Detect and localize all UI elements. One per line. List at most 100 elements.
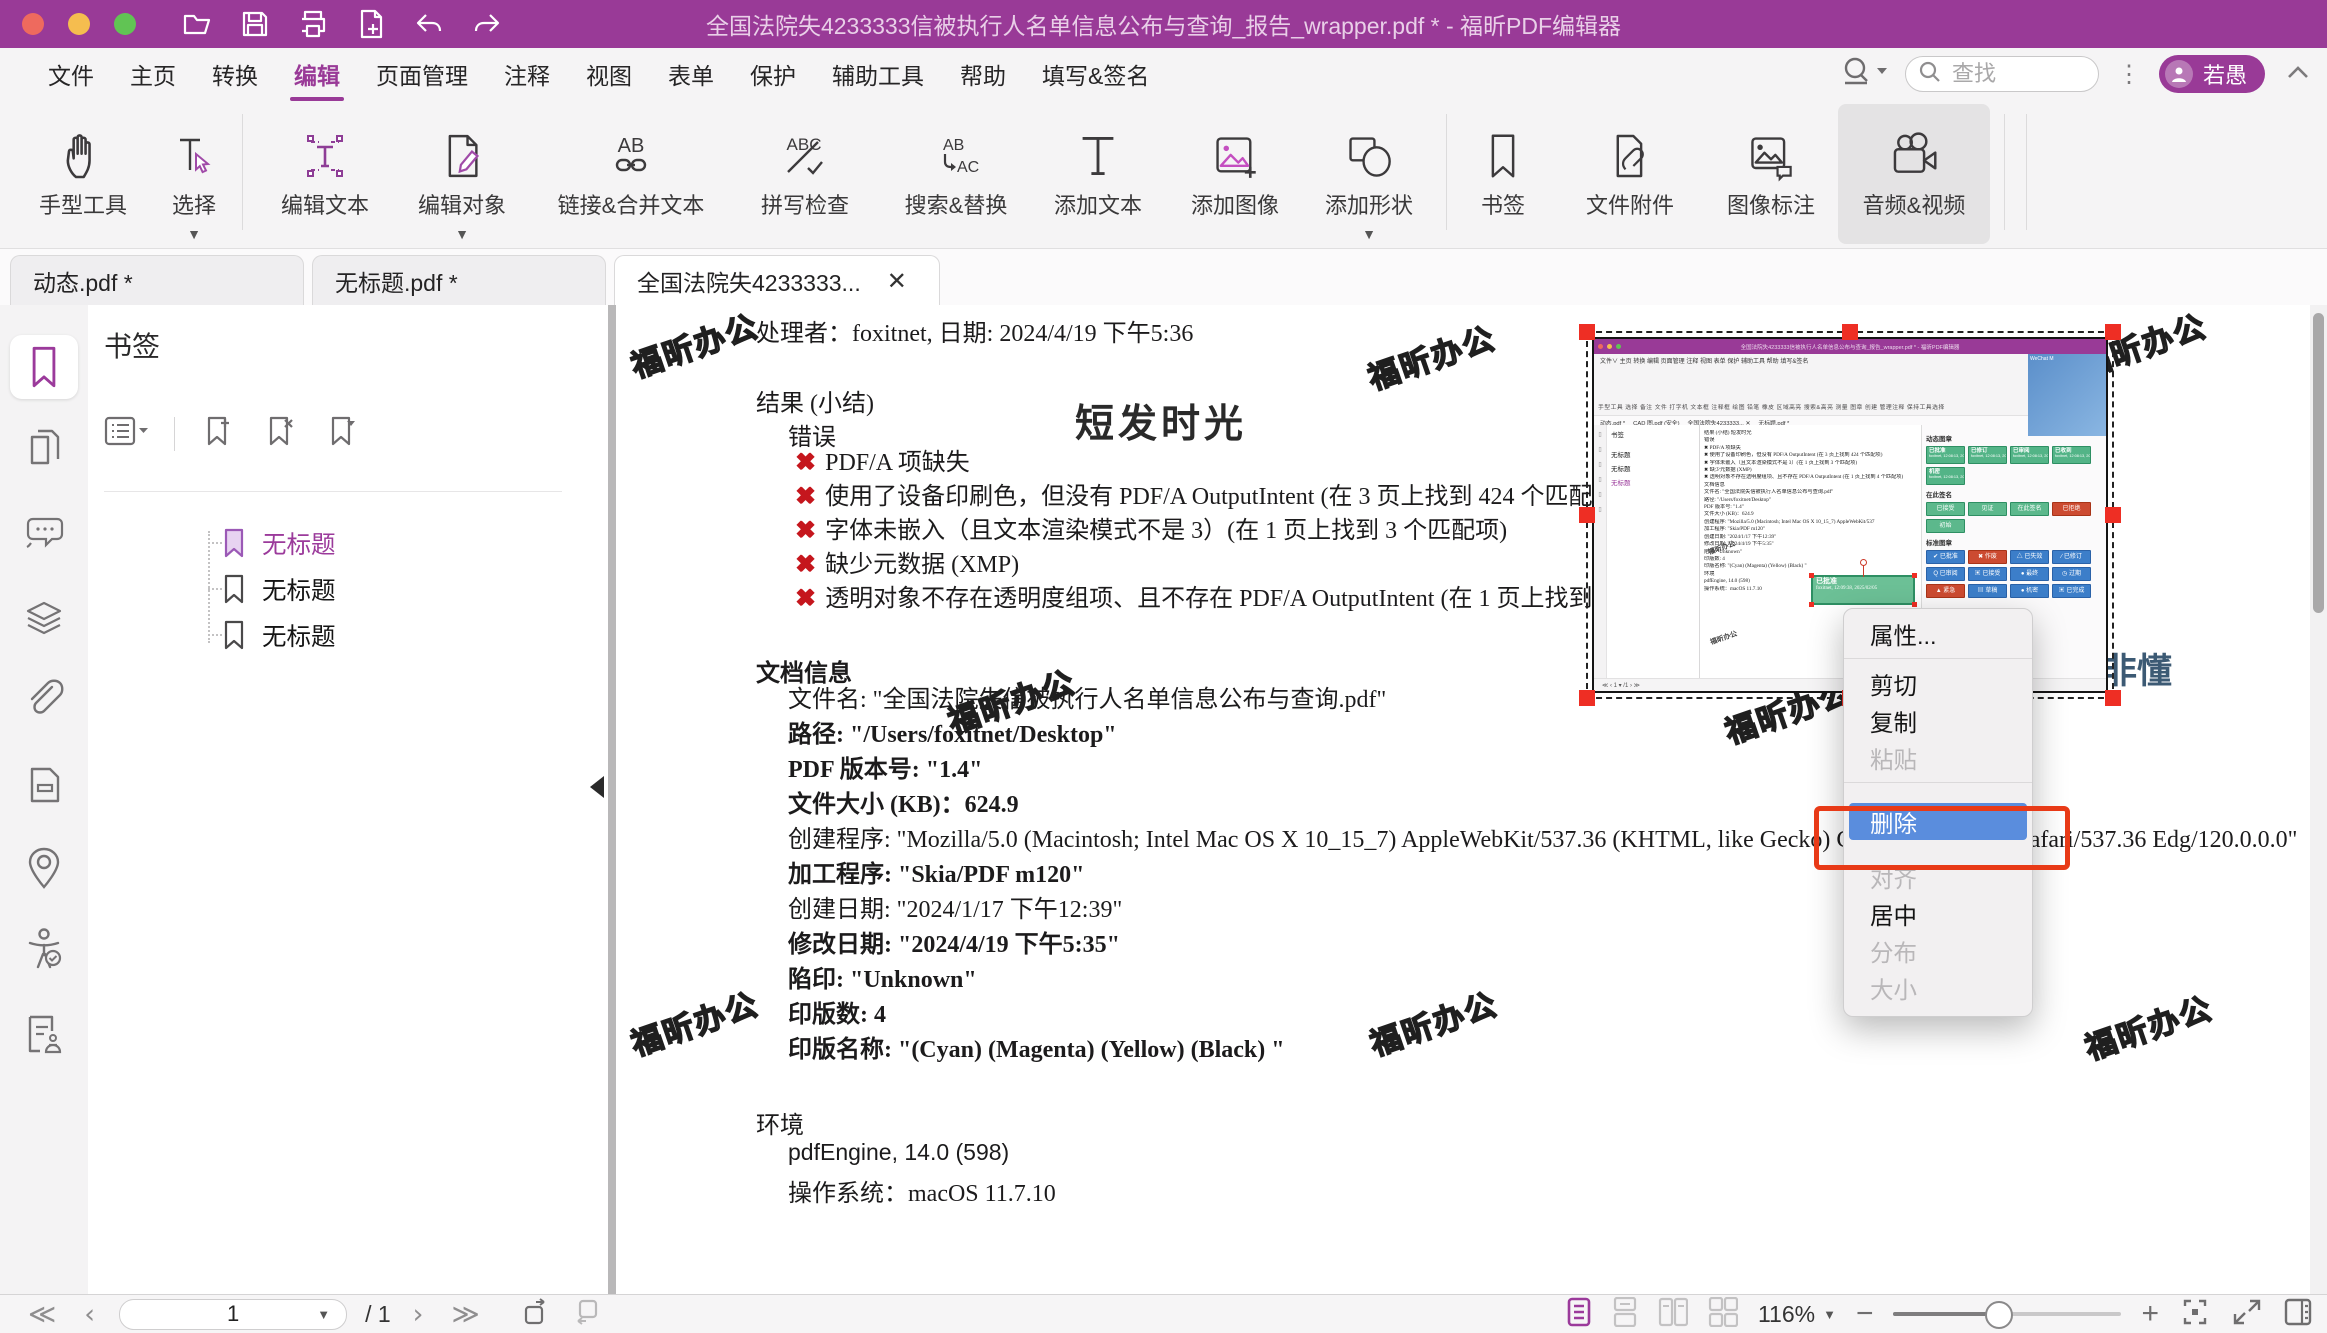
- facing-continuous-view-icon[interactable]: [1708, 1297, 1738, 1332]
- single-page-view-icon[interactable]: [1566, 1297, 1592, 1332]
- context-menu-item[interactable]: 大小 ▶: [1844, 969, 2032, 1006]
- scrollbar-thumb[interactable]: [2313, 313, 2324, 613]
- vertical-scrollbar[interactable]: [2310, 305, 2327, 1295]
- menu-item[interactable]: 视图∨: [568, 57, 650, 91]
- page-number-input[interactable]: 1 ▼: [119, 1299, 347, 1330]
- facing-view-icon[interactable]: [1658, 1297, 1688, 1332]
- add-bookmark-icon[interactable]: [201, 413, 237, 454]
- dropdown-caret[interactable]: ▼: [1362, 226, 1376, 240]
- resize-handle[interactable]: [1842, 324, 1858, 340]
- tool-select[interactable]: 选择▼: [150, 104, 238, 244]
- resize-handle[interactable]: [1579, 690, 1595, 706]
- minimize-window-button[interactable]: [68, 13, 90, 35]
- close-tab-icon[interactable]: ✕: [887, 267, 907, 296]
- destinations-panel-button[interactable]: [0, 845, 88, 891]
- bookmark-more-icon[interactable]: [325, 413, 361, 454]
- continuous-view-icon[interactable]: [1612, 1297, 1638, 1332]
- tab-document-1[interactable]: 动态.pdf *: [10, 255, 304, 306]
- comments-panel-button[interactable]: [0, 513, 88, 555]
- side-panel-icon[interactable]: [2283, 1297, 2313, 1332]
- fullscreen-icon[interactable]: [2231, 1297, 2263, 1332]
- close-window-button[interactable]: [22, 13, 44, 35]
- panel-resize-handle[interactable]: [608, 305, 616, 1295]
- more-options-icon[interactable]: ⋮: [2117, 60, 2141, 89]
- menu-item[interactable]: 帮助∨: [942, 57, 1024, 91]
- bookmark-options-icon[interactable]: [104, 414, 148, 453]
- menu-item[interactable]: 保护∨: [732, 57, 814, 91]
- zoom-slider-thumb[interactable]: [1985, 1301, 2013, 1329]
- menu-item[interactable]: 编辑∨: [276, 57, 358, 91]
- context-menu-item[interactable]: 剪切: [1844, 665, 2032, 702]
- resize-handle[interactable]: [1579, 507, 1595, 523]
- resize-handle[interactable]: [1579, 324, 1595, 340]
- previous-page-button[interactable]: ‹: [70, 1299, 109, 1330]
- tool-search-replace[interactable]: ABAC 搜索&替换: [886, 104, 1026, 244]
- menu-item[interactable]: 填写&签名∨: [1024, 57, 1167, 91]
- tool-bookmark[interactable]: 书签: [1460, 104, 1546, 244]
- search-input[interactable]: [1950, 60, 2064, 88]
- tab-document-active[interactable]: 全国法院失4233333... ✕: [614, 255, 940, 306]
- last-page-button[interactable]: ≫: [437, 1299, 493, 1330]
- tool-file-attachment[interactable]: 文件附件: [1560, 104, 1700, 244]
- new-document-icon[interactable]: [354, 7, 388, 41]
- resize-handle[interactable]: [2105, 324, 2121, 340]
- menu-item[interactable]: 注释∨: [486, 57, 568, 91]
- undo-icon[interactable]: [412, 7, 446, 41]
- menu-item[interactable]: 辅助工具∨: [814, 57, 942, 91]
- tool-add-image[interactable]: 添加图像: [1172, 104, 1298, 244]
- menu-item[interactable]: 转换∨: [194, 57, 276, 91]
- page-dropdown-caret[interactable]: ▼: [317, 1307, 330, 1322]
- redo-icon[interactable]: [470, 7, 504, 41]
- tool-audio-video[interactable]: 音频&视频: [1838, 104, 1990, 244]
- bookmark-tree-item[interactable]: 无标题: [88, 566, 608, 612]
- tool-spell-check[interactable]: ABC 拼写检查: [740, 104, 870, 244]
- tool-image-annotation[interactable]: 图像标注: [1712, 104, 1830, 244]
- search-box[interactable]: [1905, 56, 2099, 92]
- zoom-slider[interactable]: [1893, 1312, 2121, 1316]
- delete-bookmark-icon[interactable]: [263, 413, 299, 454]
- print-icon[interactable]: [296, 7, 330, 41]
- menu-item[interactable]: 页面管理∨: [358, 57, 486, 91]
- tool-link-join-text[interactable]: AB 链接&合并文本: [538, 104, 724, 244]
- zoom-window-button[interactable]: [114, 13, 136, 35]
- dropdown-caret[interactable]: ▼: [187, 226, 201, 240]
- tool-add-shapes[interactable]: 添加形状▼: [1308, 104, 1430, 244]
- context-menu-item[interactable]: 粘贴: [1844, 739, 2032, 776]
- menu-item[interactable]: 文件∨: [30, 57, 112, 91]
- previous-view-icon[interactable]: [520, 1297, 552, 1332]
- zoom-level-dropdown[interactable]: 116%▼: [1758, 1301, 1836, 1328]
- first-page-button[interactable]: ≪: [14, 1299, 70, 1330]
- layers-panel-button[interactable]: [0, 597, 88, 639]
- context-menu-item[interactable]: 复制: [1844, 702, 2032, 739]
- accessibility-panel-button[interactable]: [0, 927, 88, 973]
- tool-add-text[interactable]: 添加文本: [1040, 104, 1156, 244]
- panel-collapse-button[interactable]: [590, 776, 604, 798]
- save-icon[interactable]: [238, 7, 272, 41]
- context-menu-item[interactable]: 属性...: [1844, 615, 2032, 652]
- menu-item[interactable]: 主页∨: [112, 57, 194, 91]
- pages-panel-button[interactable]: [0, 427, 88, 471]
- dropdown-caret[interactable]: ▼: [455, 226, 469, 240]
- tab-document-2[interactable]: 无标题.pdf *: [312, 255, 606, 306]
- fields-panel-button[interactable]: [0, 763, 88, 807]
- context-menu-item[interactable]: 分布 ▶: [1844, 932, 2032, 969]
- tool-edit-object[interactable]: 编辑对象▼: [400, 104, 524, 244]
- fit-page-icon[interactable]: [2179, 1297, 2211, 1332]
- resize-handle[interactable]: [2105, 690, 2121, 706]
- context-menu-item[interactable]: 居中 ▶: [1844, 895, 2032, 932]
- advanced-search-icon[interactable]: [1841, 55, 1887, 94]
- user-account-button[interactable]: 若愚: [2159, 55, 2265, 93]
- bookmark-tree-item[interactable]: 无标题: [88, 612, 608, 658]
- menu-item[interactable]: 表单∨: [650, 57, 732, 91]
- next-page-button[interactable]: ›: [399, 1299, 438, 1330]
- signatures-panel-button[interactable]: [0, 1011, 88, 1057]
- zoom-out-button[interactable]: −: [1856, 1299, 1874, 1329]
- attachments-panel-button[interactable]: [0, 677, 88, 721]
- resize-handle[interactable]: [2105, 507, 2121, 523]
- zoom-in-button[interactable]: +: [2141, 1299, 2159, 1329]
- tool-hand[interactable]: 手型工具: [24, 104, 142, 244]
- next-view-icon[interactable]: [570, 1297, 602, 1332]
- tool-edit-text[interactable]: 编辑文本: [264, 104, 386, 244]
- bookmark-tree-item[interactable]: 无标题: [88, 520, 608, 566]
- bookmarks-panel-button[interactable]: [10, 335, 78, 399]
